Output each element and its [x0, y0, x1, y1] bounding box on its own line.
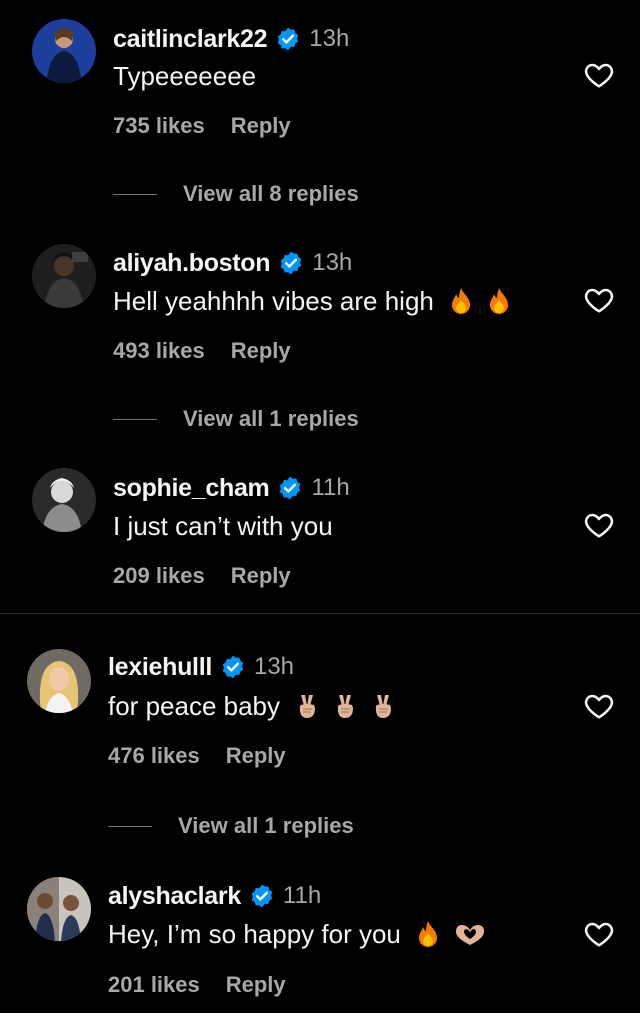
heart-outline-icon[interactable] [582, 690, 616, 722]
view-replies-button[interactable]: View all 1 replies [113, 404, 359, 434]
fire-emoji-icon [415, 920, 441, 948]
username[interactable]: lexiehulll [108, 653, 212, 682]
like-count[interactable]: 493 likes [113, 338, 205, 364]
victory-hand-emoji-icon [370, 692, 396, 720]
avatar[interactable] [32, 468, 96, 532]
divider [113, 193, 157, 195]
avatar[interactable] [32, 244, 96, 308]
username[interactable]: caitlinclark22 [113, 25, 268, 54]
comment-text: Hey, I’m so happy for you [108, 918, 401, 949]
avatar[interactable] [32, 19, 96, 83]
reply-button[interactable]: Reply [231, 338, 291, 364]
heart-outline-icon[interactable] [582, 284, 616, 316]
reply-button[interactable]: Reply [226, 743, 286, 769]
comment-text: I just can’t with you [113, 510, 333, 541]
timestamp: 13h [309, 25, 350, 52]
like-count[interactable]: 476 likes [108, 743, 200, 769]
view-replies-button[interactable]: View all 1 replies [108, 811, 354, 841]
divider [108, 825, 152, 827]
divider [113, 418, 157, 420]
avatar[interactable] [27, 649, 91, 713]
heart-outline-icon[interactable] [582, 509, 616, 541]
heart-hands-emoji-icon [453, 920, 487, 948]
verified-badge-icon [249, 883, 275, 909]
reply-button[interactable]: Reply [231, 113, 291, 139]
view-replies-button[interactable]: View all 8 replies [113, 179, 359, 209]
timestamp: 11h [282, 882, 322, 909]
verified-badge-icon [278, 250, 304, 276]
fire-emoji-icon [448, 287, 474, 315]
comment-text: Typeeeeeee [113, 60, 257, 91]
fire-emoji-icon [486, 287, 512, 315]
timestamp: 13h [312, 249, 353, 276]
comment-text: Hell yeahhhh vibes are high [113, 285, 434, 316]
reply-button[interactable]: Reply [226, 972, 286, 998]
username[interactable]: aliyah.boston [113, 249, 271, 278]
view-replies-label: View all 1 replies [183, 406, 359, 431]
avatar[interactable] [27, 877, 91, 941]
verified-badge-icon [275, 26, 301, 52]
view-replies-label: View all 1 replies [178, 813, 354, 838]
verified-badge-icon [220, 654, 246, 680]
username[interactable]: alyshaclark [108, 882, 241, 911]
timestamp: 13h [253, 653, 295, 680]
view-replies-label: View all 8 replies [183, 181, 359, 206]
victory-hand-emoji-icon [332, 692, 358, 720]
like-count[interactable]: 735 likes [113, 113, 205, 139]
like-count[interactable]: 209 likes [113, 563, 205, 589]
heart-outline-icon[interactable] [582, 918, 616, 950]
comment-text: for peace baby [108, 690, 281, 721]
verified-badge-icon [277, 475, 303, 501]
section-divider [0, 613, 640, 614]
reply-button[interactable]: Reply [231, 563, 291, 589]
timestamp: 11h [311, 474, 350, 501]
victory-hand-emoji-icon [294, 692, 320, 720]
username[interactable]: sophie_cham [113, 474, 270, 503]
like-count[interactable]: 201 likes [108, 972, 200, 998]
heart-outline-icon[interactable] [582, 59, 616, 91]
